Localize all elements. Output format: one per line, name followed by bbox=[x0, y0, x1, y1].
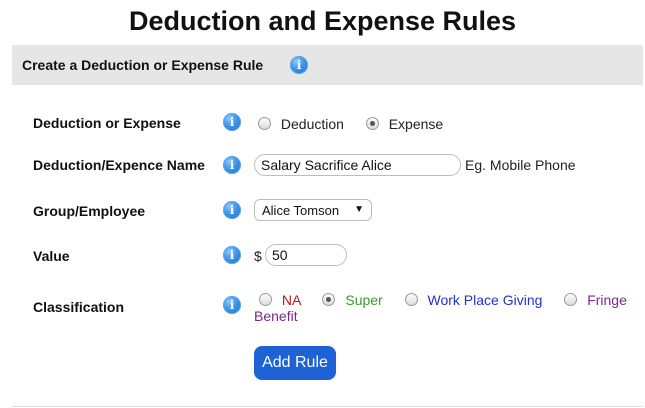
dropdown-arrow-icon: ▼ bbox=[354, 204, 364, 215]
value-label: Value bbox=[33, 248, 70, 264]
name-label: Deduction/Expence Name bbox=[33, 157, 205, 173]
value-input[interactable] bbox=[265, 244, 347, 266]
workplace-giving-radio[interactable] bbox=[404, 293, 418, 306]
section-title: Create a Deduction or Expense Rule bbox=[22, 57, 264, 73]
expense-radio-label[interactable]: Expense bbox=[389, 116, 443, 132]
section-header: Create a Deduction or Expense Rule i bbox=[12, 45, 643, 85]
super-radio-label[interactable]: Super bbox=[345, 292, 382, 308]
info-icon[interactable]: i bbox=[290, 56, 308, 74]
type-label: Deduction or Expense bbox=[33, 115, 181, 131]
na-radio[interactable] bbox=[259, 293, 272, 306]
super-radio[interactable] bbox=[322, 293, 336, 306]
deduction-radio[interactable] bbox=[258, 117, 271, 130]
info-icon[interactable]: i bbox=[223, 246, 241, 264]
currency-symbol: $ bbox=[254, 248, 262, 264]
group-select[interactable]: Alice Tomson ▼ bbox=[254, 199, 372, 221]
info-icon[interactable]: i bbox=[223, 113, 241, 131]
name-input[interactable] bbox=[254, 154, 461, 176]
group-label: Group/Employee bbox=[33, 203, 146, 219]
expense-radio[interactable] bbox=[365, 117, 379, 130]
classification-options: NA Super Work Place Giving Fringe Benefi… bbox=[254, 292, 634, 324]
classification-label: Classification bbox=[33, 299, 125, 315]
fringe-benefit-radio-label[interactable]: Fringe bbox=[587, 292, 627, 308]
page-title: Deduction and Expense Rules bbox=[128, 6, 517, 36]
info-icon[interactable]: i bbox=[223, 156, 241, 174]
fringe-benefit-radio-label-cont[interactable]: Benefit bbox=[254, 308, 298, 324]
name-hint: Eg. Mobile Phone bbox=[465, 157, 576, 173]
deduction-radio-label[interactable]: Deduction bbox=[281, 116, 344, 132]
workplace-giving-radio-label[interactable]: Work Place Giving bbox=[428, 292, 543, 308]
bottom-divider bbox=[12, 406, 643, 407]
info-icon[interactable]: i bbox=[223, 201, 241, 219]
info-icon[interactable]: i bbox=[223, 296, 241, 314]
group-select-value: Alice Tomson bbox=[262, 203, 340, 218]
type-options: Deduction Expense bbox=[258, 116, 443, 132]
fringe-benefit-radio[interactable] bbox=[564, 293, 578, 306]
na-radio-label[interactable]: NA bbox=[282, 292, 301, 308]
add-rule-button[interactable]: Add Rule bbox=[254, 346, 336, 380]
